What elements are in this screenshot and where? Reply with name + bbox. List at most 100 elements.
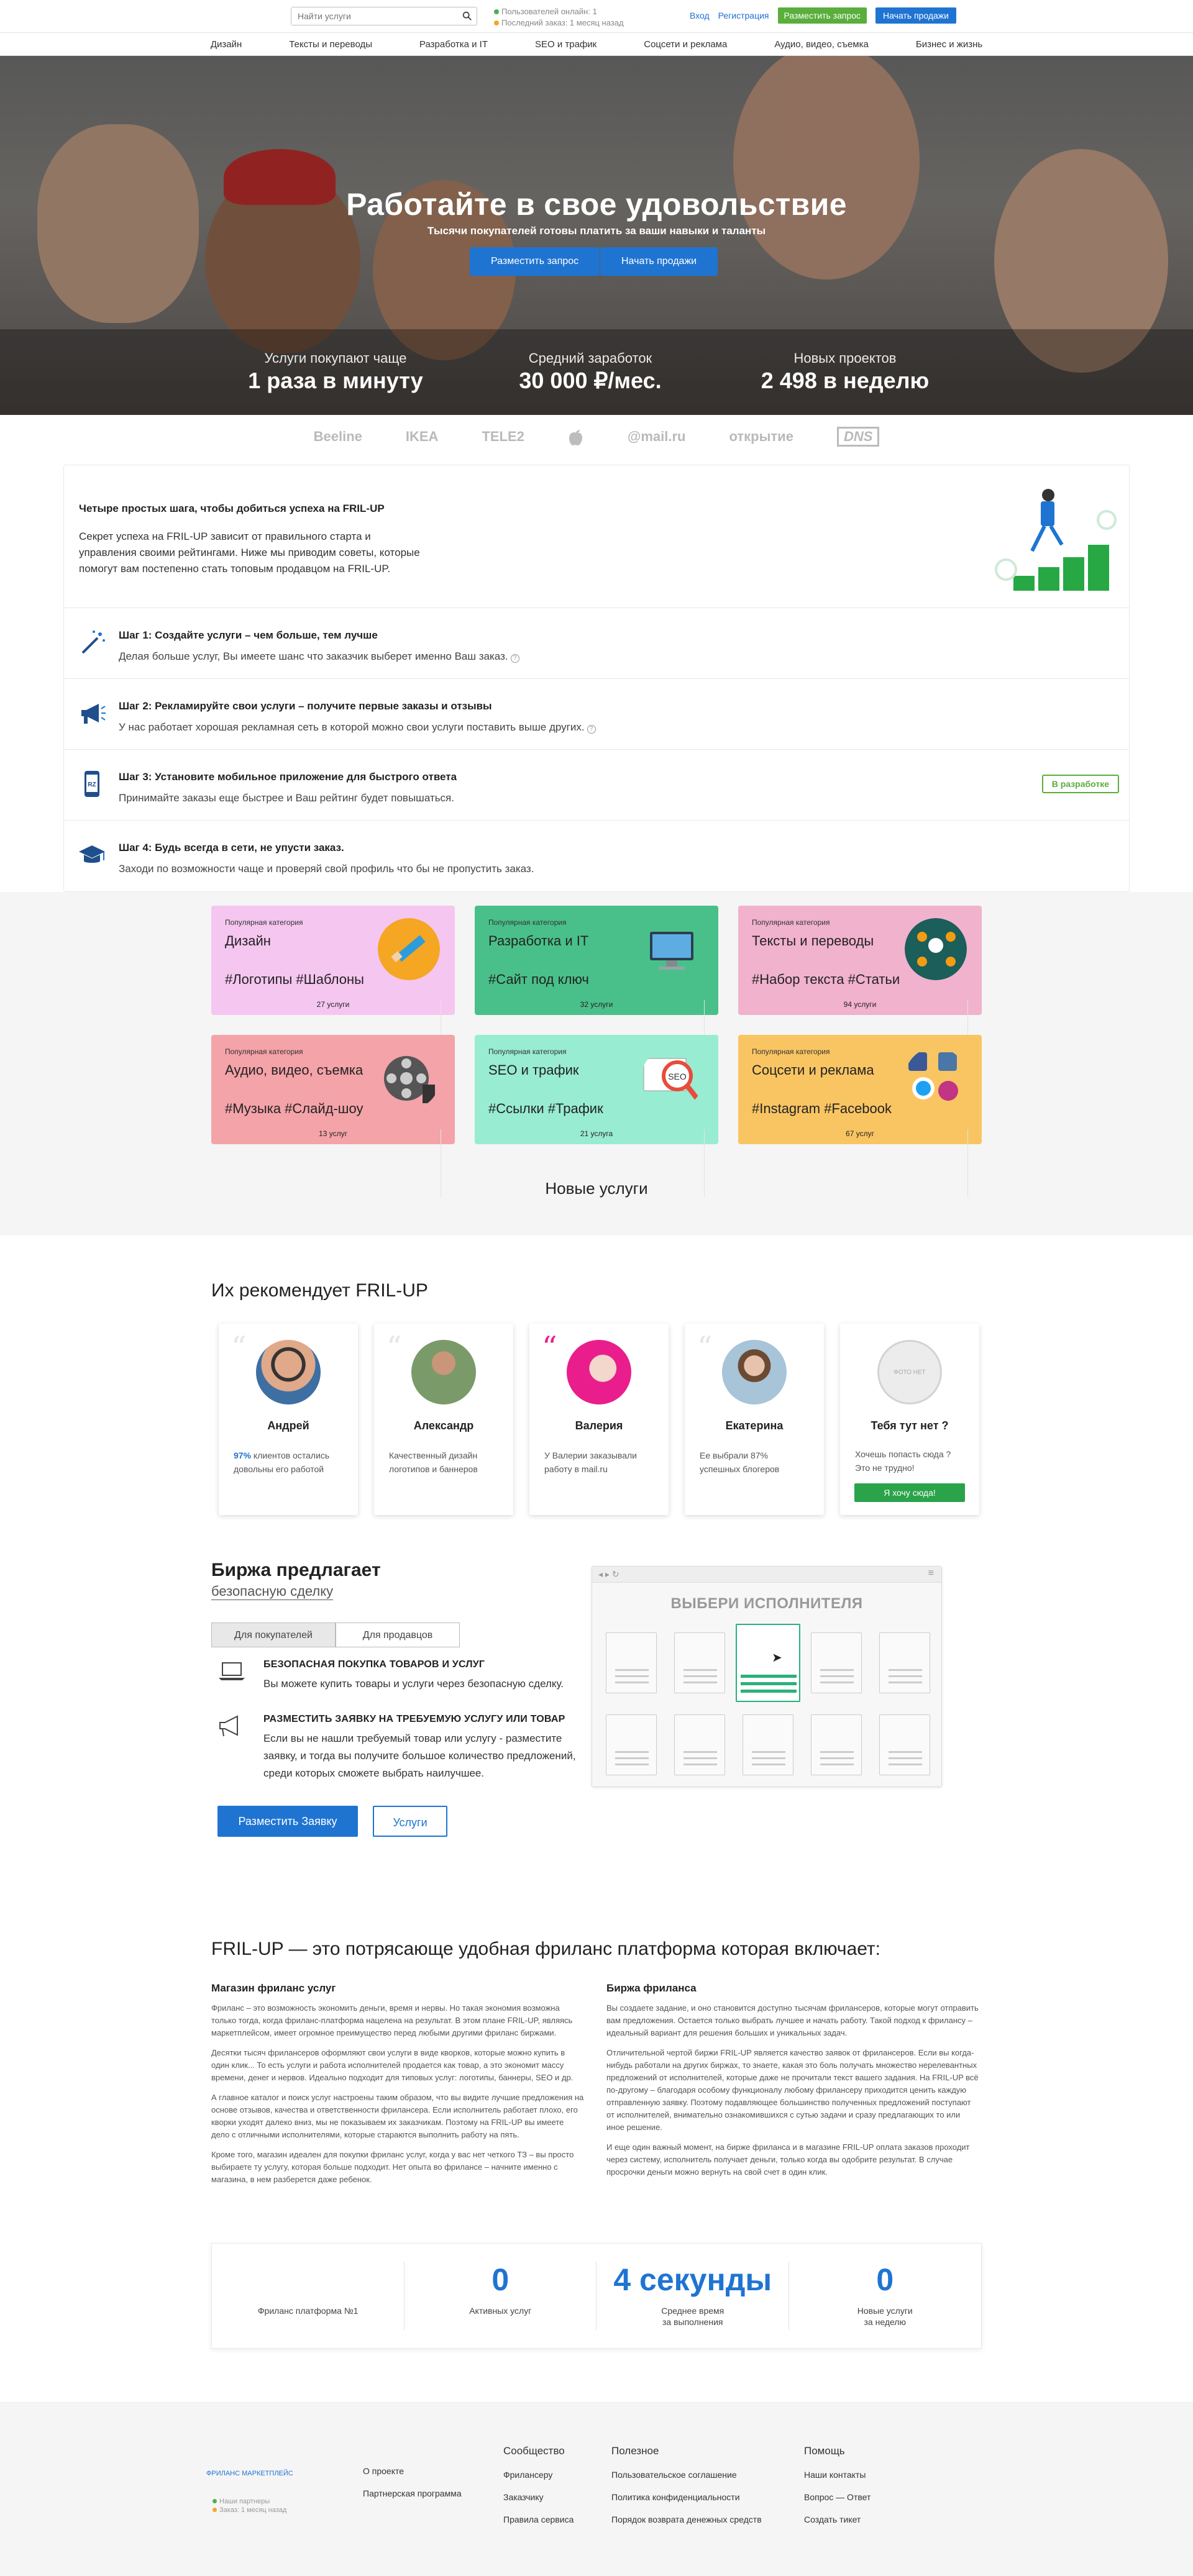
join-title: Тебя тут нет ?: [871, 1419, 949, 1432]
nav-item-social[interactable]: Соцсети и реклама: [620, 39, 751, 50]
start-selling-button[interactable]: Начать продажи: [875, 7, 956, 24]
step-1-desc: Делая больше услуг, Вы имеете шанс что з…: [119, 650, 508, 662]
hero-title: Работайте в свое удовольствие: [346, 187, 847, 222]
step-1-title: Шаг 1: Создайте услуги – чем больше, тем…: [119, 629, 378, 641]
login-link[interactable]: Вход: [690, 11, 710, 20]
feature-1-desc: Вы можете купить товары и услуги через б…: [263, 1678, 564, 1690]
recommend-cards: “ Андрей 97% клиентов остались довольны …: [211, 1324, 982, 1515]
quote-icon: “: [386, 1330, 402, 1365]
svg-text:RZ: RZ: [88, 781, 96, 788]
footer-brand[interactable]: ФРИЛАНС МАРКЕТПЛЕЙС: [206, 2470, 293, 2477]
post-request-button[interactable]: Разместить запрос: [777, 7, 867, 24]
article-left-title: Магазин фриланс услуг: [211, 1982, 336, 1994]
apple-logo-icon: [569, 430, 582, 445]
article-paragraph: И еще один важный момент, на бирже фрила…: [606, 2142, 970, 2177]
top-links: Вход Регистрация Разместить запрос Начат…: [690, 7, 956, 24]
search-input[interactable]: [291, 7, 447, 25]
stat-earnings: Средний заработок 30 000 ₽/мес.: [519, 350, 662, 393]
article-right-column: Биржа фриланса Вы создаете задание, и он…: [606, 1982, 979, 2193]
performer-card: [879, 1714, 930, 1775]
footer-link[interactable]: Порядок возврата денежных средств: [611, 2515, 762, 2524]
computer-icon: [650, 932, 693, 970]
avatar: [567, 1340, 631, 1404]
search-icon[interactable]: [462, 11, 473, 22]
help-icon[interactable]: ?: [510, 654, 519, 663]
tab-sellers[interactable]: Для продавцов: [336, 1623, 460, 1647]
counter-active-services: 0 Активных услуг: [405, 2262, 597, 2330]
steps-intro: Четыре простых шага, чтобы добиться успе…: [64, 465, 1129, 608]
performer-card: [743, 1714, 793, 1775]
services-button[interactable]: Услуги: [373, 1806, 447, 1837]
category-card-design[interactable]: Популярная категория Дизайн #Логотипы #Ш…: [211, 906, 455, 1068]
menu-icon: ≡: [928, 1568, 934, 1578]
category-card-media[interactable]: Популярная категория Аудио, видео, съемк…: [211, 1035, 455, 1198]
hero-request-button[interactable]: Разместить запрос: [470, 247, 600, 276]
join-button[interactable]: Я хочу сюда!: [854, 1483, 965, 1502]
footer-link[interactable]: Наши контакты: [804, 2470, 871, 2480]
step-4: Шаг 4: Будь всегда в сети, не упусти зак…: [64, 821, 1129, 891]
hero-subtitle: Тысячи покупателей готовы платить за ваш…: [427, 225, 766, 237]
register-link[interactable]: Регистрация: [718, 11, 769, 20]
footer-link[interactable]: О проекте: [363, 2466, 462, 2476]
category-card-seo[interactable]: Популярная категория SEO и трафик #Ссылк…: [475, 1035, 718, 1198]
category-card-texts[interactable]: Популярная категория Тексты и переводы #…: [738, 906, 982, 1068]
nav-item-dev[interactable]: Разработка и IT: [396, 39, 511, 50]
article-right-title: Биржа фриланса: [606, 1982, 697, 1994]
recommend-card[interactable]: “ Екатерина Ее выбрали 87% успешных блог…: [685, 1324, 824, 1515]
logo-ikea: IKEA: [405, 429, 439, 444]
counter-avg-time: 4 секунды Среднее время за выполнения: [596, 2262, 789, 2330]
help-icon[interactable]: ?: [587, 725, 596, 734]
magic-wand-icon: [81, 630, 105, 654]
step-4-title: Шаг 4: Будь всегда в сети, не упусти зак…: [119, 842, 344, 853]
category-card-dev[interactable]: Популярная категория Разработка и IT #Са…: [475, 906, 718, 1068]
footer-link[interactable]: Пользовательское соглашение: [611, 2470, 762, 2480]
join-desc: Хочешь попасть сюда ? Это не трудно!: [855, 1449, 951, 1473]
nav-item-business[interactable]: Бизнес и жизнь: [892, 39, 1006, 50]
performer-card: [674, 1632, 725, 1693]
tab-buyers[interactable]: Для покупателей: [211, 1623, 336, 1647]
footer-link[interactable]: Заказчику: [503, 2492, 574, 2502]
footer-col-community: Сообщество Фрилансеру Заказчику Правила …: [503, 2445, 574, 2537]
person-desc: Ее выбрали 87% успешных блогеров: [700, 1450, 780, 1474]
footer-link[interactable]: Создать тикет: [804, 2515, 871, 2524]
online-status: Пользователей онлайн: 1 Последний заказ:…: [494, 6, 624, 29]
article-paragraph: Десятки тысяч фрилансеров оформляют свои…: [211, 2048, 574, 2082]
recommend-card[interactable]: “ Валерия У Валерии заказывали работу в …: [529, 1324, 669, 1515]
nav-item-seo[interactable]: SEO и трафик: [511, 39, 620, 50]
footer-link[interactable]: Партнерская программа: [363, 2488, 462, 2498]
footer-link[interactable]: Фрилансеру: [503, 2470, 574, 2480]
article-paragraph: Отличительной чертой биржи FRIL-UP являе…: [606, 2048, 979, 2132]
footer-link[interactable]: Правила сервиса: [503, 2515, 574, 2524]
logo-mailru: @mail.ru: [627, 429, 686, 444]
steps-title: Четыре простых шага, чтобы добиться успе…: [79, 503, 385, 514]
person-name: Андрей: [267, 1419, 309, 1432]
hero-sell-button[interactable]: Начать продажи: [600, 247, 718, 276]
category-grid: Популярная категория Дизайн #Логотипы #Ш…: [211, 906, 982, 1198]
feature-1-title: БЕЗОПАСНАЯ ПОКУПКА ТОВАРОВ И УСЛУГ: [263, 1659, 485, 1670]
logo-dns: DNS: [836, 427, 880, 447]
recommend-title: Их рекомендует FRIL-UP: [211, 1280, 428, 1301]
footer-link[interactable]: Вопрос — Ответ: [804, 2492, 871, 2502]
performer-card: [811, 1714, 862, 1775]
step-3: RZ Шаг 3: Установите мобильное приложени…: [64, 750, 1129, 821]
post-request-big-button[interactable]: Разместить Заявку: [217, 1806, 358, 1837]
recommend-card[interactable]: “ Александр Качественный дизайн логотипо…: [374, 1324, 513, 1515]
search-box[interactable]: [291, 7, 477, 25]
choose-performer-illustration: ◂ ▸ ↻ ≡ ВЫБЕРИ ИСПОЛНИТЕЛЯ ➤: [592, 1566, 942, 1787]
category-card-social[interactable]: Популярная категория Соцсети и реклама #…: [738, 1035, 982, 1198]
category-nav: Дизайн Тексты и переводы Разработка и IT…: [0, 32, 1193, 56]
step-4-desc: Заходи по возможности чаще и проверяй св…: [119, 863, 534, 875]
nav-item-texts[interactable]: Тексты и переводы: [265, 39, 396, 50]
person-name: Екатерина: [725, 1419, 784, 1432]
stat-projects: Новых проектов 2 498 в неделю: [761, 350, 930, 393]
performer-card: [674, 1714, 725, 1775]
back-arrow-icon: ◂ ▸ ↻: [598, 1569, 619, 1579]
nav-item-media[interactable]: Аудио, видео, съемка: [751, 39, 892, 50]
megaphone-icon: [219, 1715, 238, 1737]
in-development-badge: В разработке: [1041, 775, 1119, 793]
recommend-card[interactable]: “ Андрей 97% клиентов остались довольны …: [219, 1324, 358, 1515]
person-name: Валерия: [575, 1419, 623, 1432]
footer-link[interactable]: Политика конфиденциальности: [611, 2492, 762, 2502]
nav-item-design[interactable]: Дизайн: [187, 39, 265, 50]
recommend-section: Их рекомендует FRIL-UP “ Андрей 97% клие…: [211, 1280, 982, 1515]
